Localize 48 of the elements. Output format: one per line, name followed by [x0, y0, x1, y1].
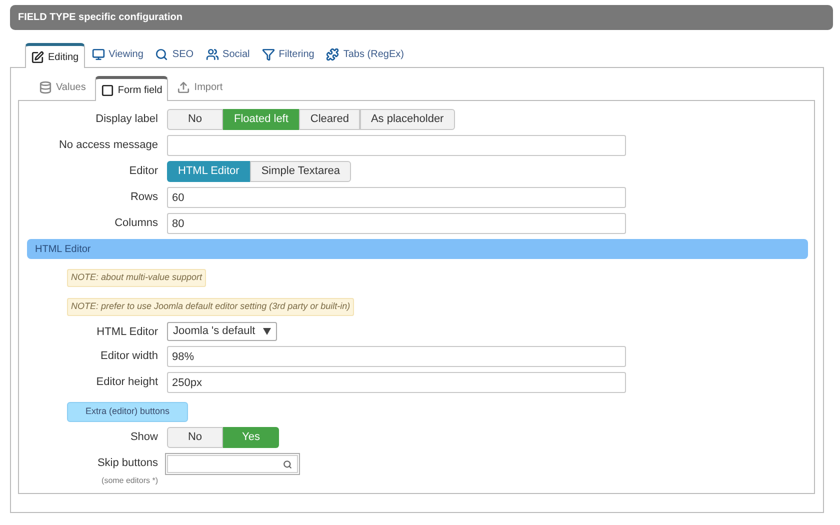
tab[interactable]: Filtering: [256, 42, 320, 67]
field-label: Editor height: [96, 375, 158, 390]
tab[interactable]: Social: [200, 42, 255, 67]
search-icon: [155, 48, 168, 61]
option-button[interactable]: Simple Textarea: [250, 161, 351, 182]
search-field[interactable]: [165, 453, 300, 475]
text-field[interactable]: 60: [167, 187, 626, 208]
field-label: Show: [130, 430, 158, 445]
option-button[interactable]: As placeholder: [360, 109, 455, 130]
text-field[interactable]: 80: [167, 213, 626, 234]
field-hint: (some editors *): [102, 474, 158, 486]
option-button[interactable]: No: [167, 109, 223, 130]
field-label: Rows: [130, 190, 158, 205]
puzzle-icon: [326, 48, 340, 61]
tab[interactable]: Tabs (RegEx): [321, 42, 409, 67]
monitor-icon: [92, 48, 105, 61]
users-icon: [206, 48, 219, 61]
field-label: Columns: [114, 216, 158, 231]
text-field[interactable]: [167, 135, 626, 156]
upload-icon: [177, 81, 190, 94]
option-button[interactable]: No: [167, 427, 223, 448]
tab[interactable]: Values: [34, 75, 91, 100]
field-label: No access message: [58, 138, 158, 153]
subsection-header: Extra (editor) buttons: [67, 402, 188, 422]
field-label: Editor width: [100, 349, 158, 364]
tab[interactable]: Viewing: [86, 42, 148, 67]
caret-icon: [263, 328, 271, 335]
section-header: HTML Editor: [27, 239, 808, 259]
panel-header: FIELD TYPE specific configuration: [10, 5, 833, 30]
text-field[interactable]: 250px: [167, 372, 626, 393]
field-label: Skip buttons: [97, 456, 158, 471]
tab[interactable]: Editing: [25, 43, 85, 68]
option-button[interactable]: Cleared: [299, 109, 360, 130]
database-icon: [39, 81, 52, 94]
field-label: HTML Editor: [96, 325, 158, 340]
dropdown[interactable]: Joomla 's default: [167, 322, 277, 341]
search-icon: [283, 460, 292, 468]
note-text: NOTE: prefer to use Joomla default editor setting (3rd party or built-in): [67, 298, 354, 316]
tab[interactable]: Import: [172, 75, 228, 100]
filter-icon: [262, 48, 275, 61]
text-field[interactable]: 98%: [167, 346, 626, 367]
checkbox-icon: [100, 84, 114, 96]
tab[interactable]: Form field: [94, 76, 168, 101]
tab[interactable]: SEO: [150, 42, 199, 67]
note-text: NOTE: about multi-value support: [67, 269, 206, 286]
field-label: Display label: [96, 112, 158, 127]
edit-icon: [31, 50, 44, 64]
field-label: Editor: [129, 164, 158, 179]
